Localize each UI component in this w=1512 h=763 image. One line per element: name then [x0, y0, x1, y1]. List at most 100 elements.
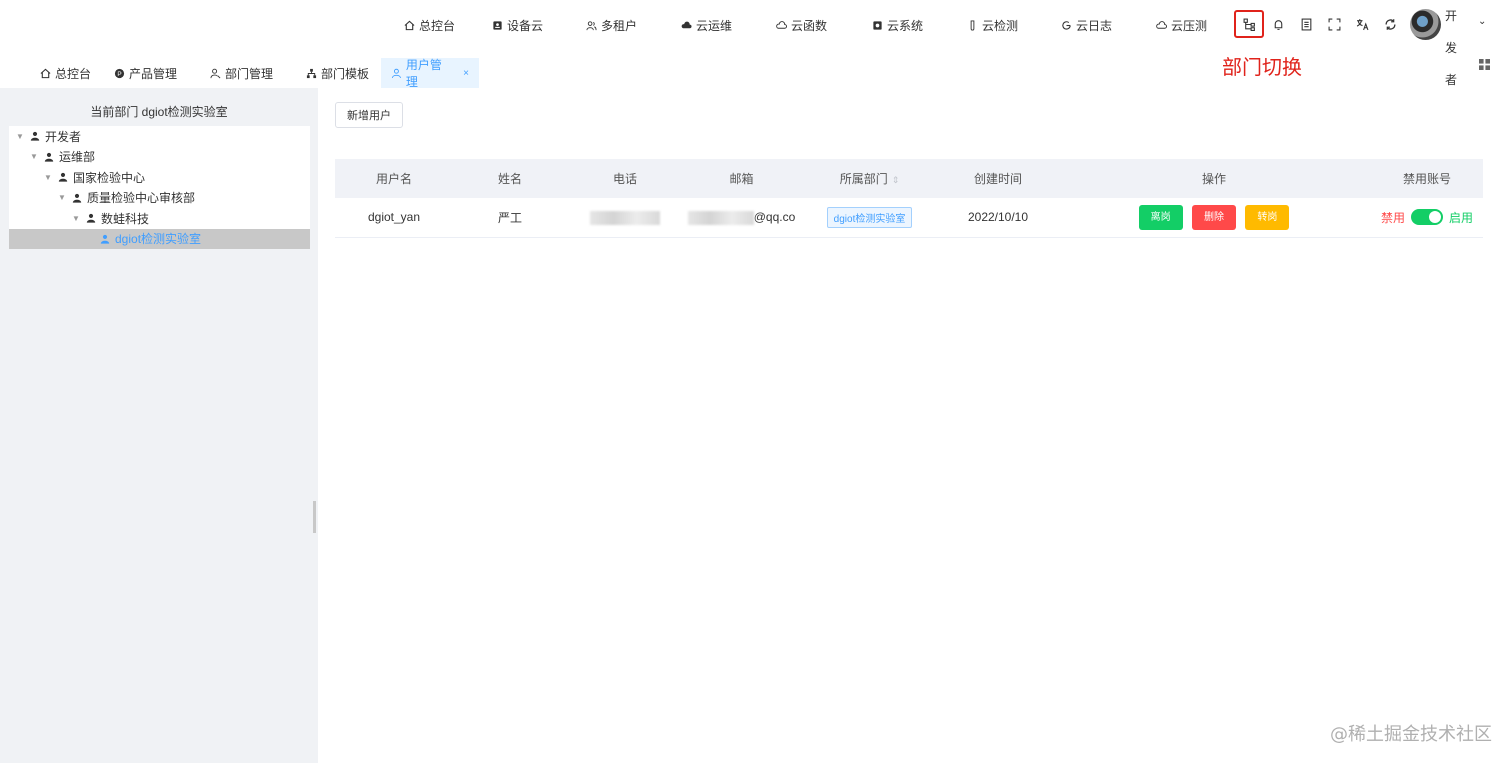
- nav-cloud-functions[interactable]: 云函数: [776, 17, 827, 34]
- expand-arrow-icon[interactable]: ▼: [71, 214, 81, 223]
- cell-actions: 离岗 删除 转岗: [1057, 198, 1371, 238]
- close-icon[interactable]: ×: [463, 68, 469, 79]
- column-header: 操作: [1057, 159, 1371, 198]
- nav-device-cloud[interactable]: 设备云: [492, 17, 543, 34]
- tree-node-label: dgiot检测实验室: [115, 232, 202, 247]
- sort-icon[interactable]: ⇕: [892, 175, 900, 186]
- tree-node[interactable]: ▼ 质量检验中心审核部: [9, 188, 310, 209]
- grid-icon[interactable]: [1479, 59, 1490, 70]
- tree-node-selected[interactable]: dgiot检测实验室: [9, 228, 310, 249]
- department-sidebar: 当前部门 dgiot检测实验室 ▼ 开发者 ▼ 运维部 ▼ 国家检验中心 ▼ 质…: [0, 88, 318, 763]
- user-icon: [391, 68, 401, 78]
- cloud-outline-icon: [776, 21, 787, 29]
- avatar[interactable]: [1410, 9, 1441, 40]
- table-header-row: 用户名 姓名 电话 邮箱 所属部门 ⇕ 创建时间 操作 禁用账号: [335, 159, 1483, 198]
- notification-button[interactable]: [1268, 14, 1288, 34]
- tab-label: 总控台: [55, 66, 92, 81]
- nav-label: 云函数: [791, 19, 828, 33]
- nav-cloud-system[interactable]: 云系统: [872, 17, 923, 34]
- user-management-panel: 新增用户 用户名 姓名 电话 邮箱 所属部门 ⇕ 创建时间 操作 禁用账号 dgi…: [320, 88, 1512, 763]
- tab-dashboard[interactable]: 总控台: [30, 58, 101, 88]
- nav-cloud-pressure[interactable]: 云压测: [1156, 17, 1207, 34]
- tree-node-label: 数蛙科技: [101, 211, 150, 226]
- person-icon: [100, 234, 110, 244]
- transfer-button[interactable]: 转岗: [1245, 204, 1290, 230]
- test-tube-icon: [970, 20, 975, 31]
- email-suffix: @qq.co: [753, 209, 796, 224]
- top-nav: 总控台 设备云 多租户 云运维 云函数 云系统 云检测 云日志 云压测 开发者 …: [0, 0, 1512, 87]
- nav-label: 设备云: [507, 19, 544, 33]
- enable-label: 启用: [1449, 210, 1474, 225]
- leave-post-button[interactable]: 离岗: [1138, 204, 1183, 230]
- language-button[interactable]: [1352, 14, 1372, 34]
- tree-node[interactable]: ▼ 国家检验中心: [9, 167, 310, 188]
- tree-node[interactable]: ▼ 运维部: [9, 147, 310, 168]
- expand-arrow-icon[interactable]: ▼: [43, 173, 53, 182]
- cloud-pressure-icon: [1156, 21, 1167, 29]
- nav-multi-tenant[interactable]: 多租户: [586, 17, 637, 34]
- tab-department-management[interactable]: 部门管理: [200, 58, 283, 88]
- redacted-email: [687, 210, 754, 225]
- nav-label: 总控台: [419, 19, 456, 33]
- nav-cloud-test[interactable]: 云检测: [967, 17, 1018, 34]
- resize-handle[interactable]: [313, 501, 316, 533]
- tab-product-management[interactable]: P 产品管理: [104, 58, 187, 88]
- home-icon: [404, 20, 415, 31]
- tree-node[interactable]: ▼ 开发者: [9, 126, 310, 147]
- expand-arrow-icon[interactable]: ▼: [15, 132, 25, 141]
- column-header: 禁用账号: [1371, 159, 1483, 198]
- org-icon: [306, 68, 317, 78]
- person-icon: [72, 193, 82, 203]
- nav-dashboard[interactable]: 总控台: [404, 17, 455, 34]
- nav-label: 云运维: [696, 19, 733, 33]
- translate-icon: [1356, 18, 1368, 30]
- tab-label: 产品管理: [129, 66, 178, 81]
- tree-node[interactable]: ▼ 数蛙科技: [9, 208, 310, 229]
- delete-button[interactable]: 删除: [1192, 204, 1236, 230]
- account-toggle[interactable]: [1411, 209, 1443, 226]
- refresh-icon: [1385, 18, 1395, 30]
- user-edit-icon: [210, 68, 221, 78]
- fullscreen-button[interactable]: [1324, 14, 1344, 34]
- tab-user-management[interactable]: 用户管理 ×: [381, 58, 479, 89]
- department-switch-icon: [1243, 18, 1255, 31]
- tab-department-template[interactable]: 部门模板: [296, 58, 379, 88]
- tree-node-label: 国家检验中心: [73, 170, 146, 185]
- fullscreen-icon: [1328, 18, 1340, 30]
- redacted-phone: [590, 210, 660, 225]
- tree-node-label: 运维部: [59, 150, 96, 165]
- tab-label: 用户管理: [405, 58, 442, 89]
- watermark: @稀土掘金技术社区: [1330, 724, 1492, 745]
- department-tree: ▼ 开发者 ▼ 运维部 ▼ 国家检验中心 ▼ 质量检验中心审核部 ▼ 数蛙科技 …: [9, 126, 310, 249]
- tree-node-label: 开发者: [45, 129, 82, 144]
- column-header: 用户名: [335, 159, 453, 198]
- column-header: 邮箱: [683, 159, 800, 198]
- nav-label: 云压测: [1171, 19, 1208, 33]
- nav-label: 云系统: [887, 19, 924, 33]
- cell-username: dgiot_yan: [335, 198, 453, 238]
- cell-name: 严工: [453, 198, 567, 238]
- department-switch-button[interactable]: [1234, 10, 1264, 38]
- refresh-button[interactable]: [1380, 14, 1400, 34]
- system-icon: [873, 21, 882, 30]
- column-header-sortable[interactable]: 所属部门 ⇕: [800, 159, 939, 198]
- cell-account-status: 禁用 启用: [1371, 198, 1483, 238]
- expand-arrow-icon[interactable]: ▼: [29, 152, 39, 161]
- add-user-button[interactable]: 新增用户: [335, 102, 403, 128]
- nav-cloud-ops[interactable]: 云运维: [681, 17, 732, 34]
- person-icon: [58, 173, 68, 182]
- svg-text:P: P: [117, 70, 121, 77]
- tree-node-label: 质量检验中心审核部: [87, 191, 196, 206]
- disable-label: 禁用: [1380, 210, 1405, 225]
- column-header: 姓名: [453, 159, 567, 198]
- users-icon: [586, 21, 597, 31]
- expand-arrow-icon[interactable]: ▼: [57, 193, 67, 202]
- nav-cloud-log[interactable]: 云日志: [1061, 17, 1112, 34]
- person-icon: [30, 132, 40, 141]
- device-icon: [493, 21, 502, 30]
- cell-department: dgiot检测实验室: [800, 198, 939, 238]
- chevron-down-icon[interactable]: ⌄: [1478, 16, 1486, 27]
- docs-button[interactable]: [1296, 14, 1316, 34]
- current-department-title: 当前部门 dgiot检测实验室: [90, 105, 228, 119]
- cell-created: 2022/10/10: [939, 198, 1057, 238]
